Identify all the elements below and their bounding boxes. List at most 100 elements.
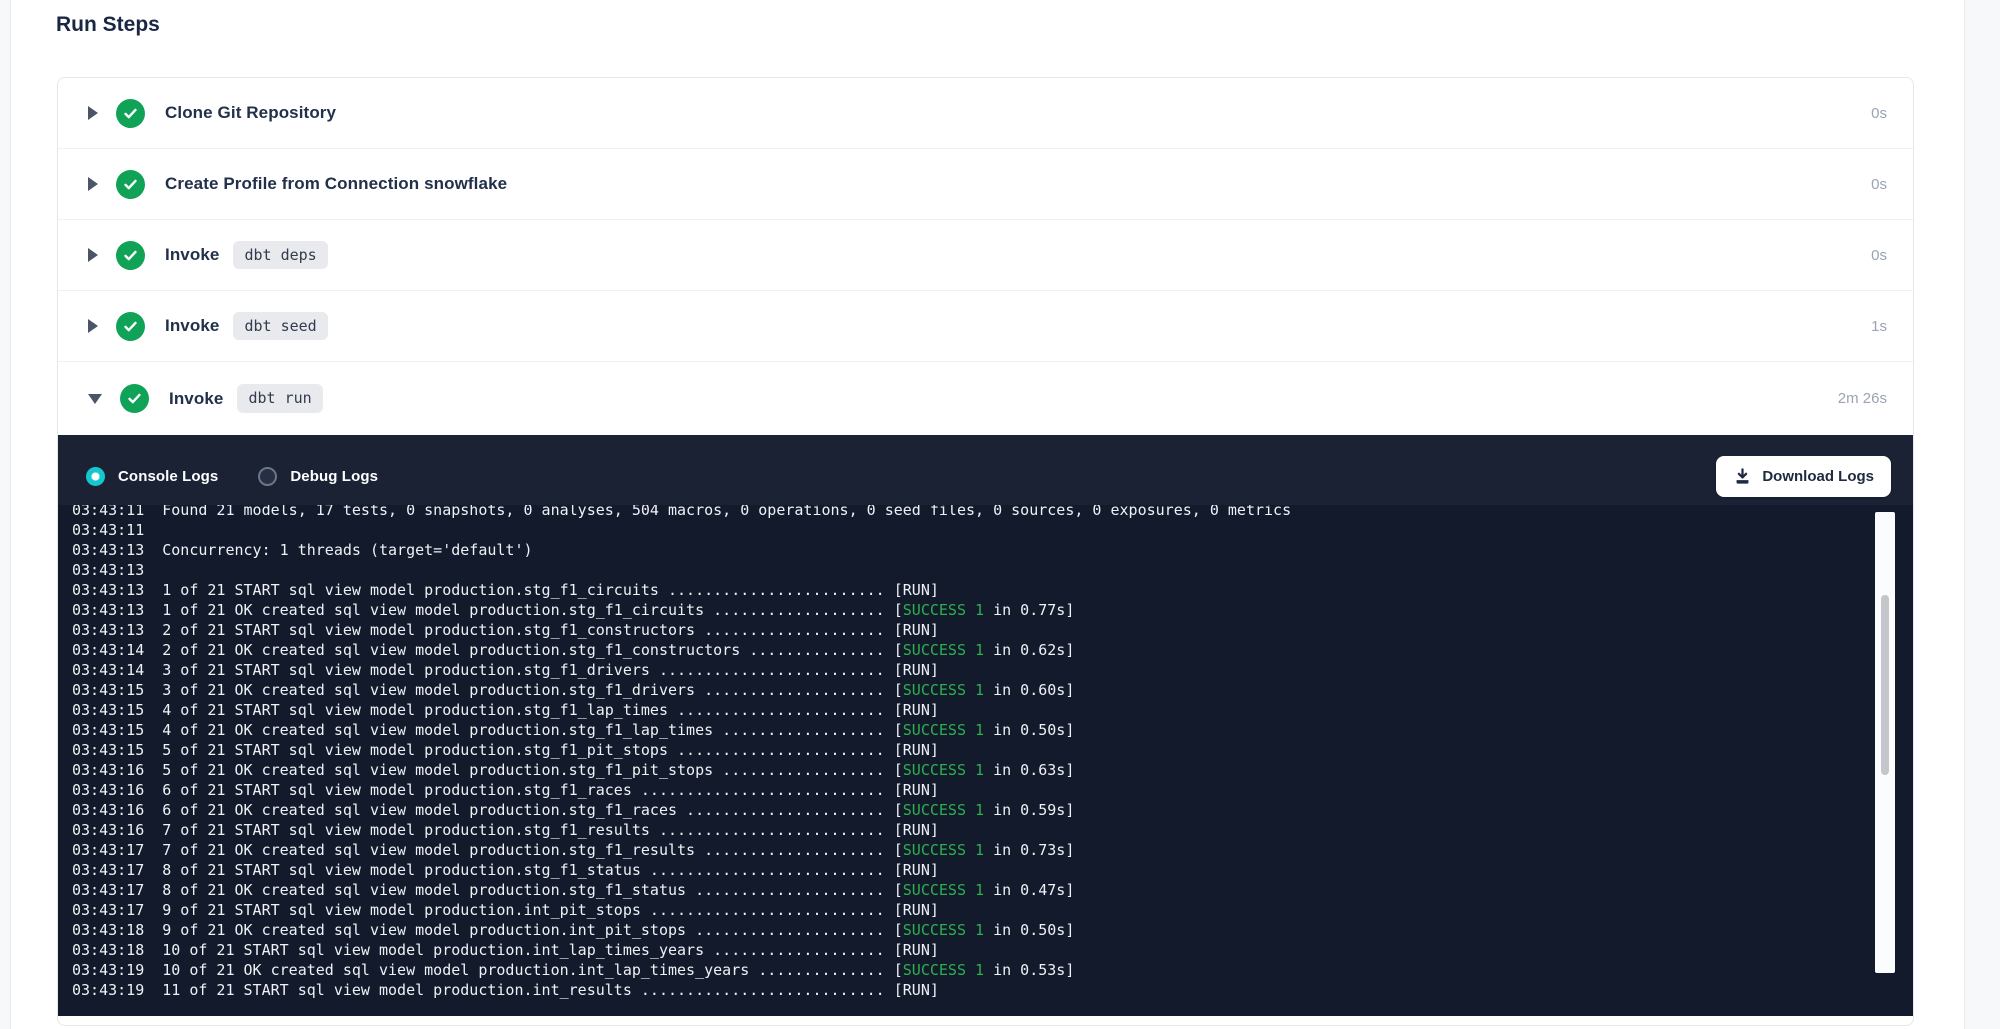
- log-line: 03:43:13: [72, 560, 1913, 580]
- radio-debug-logs[interactable]: Debug Logs: [258, 467, 378, 486]
- log-line: 03:43:131 of 21 START sql view model pro…: [72, 580, 1913, 600]
- log-message-tail: in 0.63s]: [984, 761, 1074, 779]
- log-message: 4 of 21 START sql view model production.…: [162, 701, 939, 719]
- console-panel: Console Logs Debug Logs Download Logs: [58, 435, 1913, 1016]
- log-message: 8 of 21 START sql view model production.…: [162, 861, 939, 879]
- log-success-text: SUCCESS 1: [903, 721, 984, 739]
- log-message: 8 of 21 OK created sql view model produc…: [162, 881, 903, 899]
- radio-console-logs[interactable]: Console Logs: [86, 467, 218, 486]
- log-message: 3 of 21 OK created sql view model produc…: [162, 681, 903, 699]
- check-circle-icon: [116, 312, 145, 341]
- check-circle-icon: [120, 384, 149, 413]
- log-success-text: SUCCESS 1: [903, 601, 984, 619]
- log-timestamp: 03:43:14: [72, 661, 144, 679]
- log-timestamp: 03:43:17: [72, 861, 144, 879]
- log-line: 03:43:15 3 of 21 OK created sql view mode…: [72, 680, 1913, 700]
- step-row-create-profile[interactable]: Create Profile from Connection snowflake…: [58, 149, 1913, 220]
- run-steps-page: Run Steps Clone Git Repository 0s Create…: [0, 0, 2000, 1029]
- radio-unselected-icon: [258, 467, 277, 486]
- log-line: 03:43:165 of 21 OK created sql view mode…: [72, 760, 1913, 780]
- check-circle-icon: [116, 170, 145, 199]
- page-left-gutter: [0, 0, 11, 1029]
- log-timestamp: 03:43:13: [72, 561, 144, 579]
- log-message: 9 of 21 START sql view model production.…: [162, 901, 939, 919]
- log-timestamp: 03:43:15: [72, 741, 144, 759]
- check-circle-icon: [116, 99, 145, 128]
- log-line: 03:43:154 of 21 OK created sql view mode…: [72, 720, 1913, 740]
- radio-selected-icon: [86, 467, 105, 486]
- code-badge: dbt run: [237, 384, 322, 412]
- log-message-tail: in 0.53s]: [984, 961, 1074, 979]
- code-badge: dbt deps: [233, 241, 327, 269]
- check-circle-icon: [116, 241, 145, 270]
- step-label: Create Profile from Connection snowflake: [165, 174, 507, 194]
- log-line: 03:43:17 8 of 21 START sql view model pro…: [72, 860, 1913, 880]
- console-scrollbar-thumb[interactable]: [1881, 595, 1889, 775]
- page-title: Run Steps: [56, 13, 160, 37]
- log-message: 4 of 21 OK created sql view model produc…: [162, 721, 903, 739]
- log-success-text: SUCCESS 1: [903, 641, 984, 659]
- download-logs-button[interactable]: Download Logs: [1716, 456, 1891, 497]
- log-timestamp: 03:43:17: [72, 841, 144, 859]
- log-timestamp: 03:43:16: [72, 781, 144, 799]
- chevron-right-icon[interactable]: [88, 106, 98, 120]
- log-message: 3 of 21 START sql view model production.…: [162, 661, 939, 679]
- log-timestamp: 03:43:16: [72, 801, 144, 819]
- log-timestamp: 03:43:19: [72, 981, 144, 999]
- log-timestamp: 03:43:13: [72, 601, 144, 619]
- log-message-tail: in 0.50s]: [984, 921, 1074, 939]
- log-success-text: SUCCESS 1: [903, 841, 984, 859]
- log-message: Found 21 models, 17 tests, 0 snapshots, …: [162, 505, 1291, 519]
- log-success-text: SUCCESS 1: [903, 921, 984, 939]
- log-message-tail: in 0.59s]: [984, 801, 1074, 819]
- log-line: 03:43:16 6 of 21 OK created sql view mode…: [72, 800, 1913, 820]
- step-row-invoke-dbt-deps[interactable]: Invoke dbt deps 0s: [58, 220, 1913, 291]
- log-line: 03:43:14 3 of 21 START sql view model pro…: [72, 660, 1913, 680]
- log-timestamp: 03:43:15: [72, 701, 144, 719]
- log-line: 03:43:17 9 of 21 START sql view model pro…: [72, 900, 1913, 920]
- step-row-invoke-dbt-seed[interactable]: Invoke dbt seed 1s: [58, 291, 1913, 362]
- log-line: 03:43:1810 of 21 START sql view model pr…: [72, 940, 1913, 960]
- chevron-down-icon[interactable]: [88, 394, 102, 404]
- step-label: Invoke: [169, 389, 223, 409]
- log-success-text: SUCCESS 1: [903, 761, 984, 779]
- log-timestamp: 03:43:11: [72, 521, 144, 539]
- log-line: 03:43:17 8 of 21 OK created sql view mode…: [72, 880, 1913, 900]
- log-message: 7 of 21 START sql view model production.…: [162, 821, 939, 839]
- step-duration: 0s: [1871, 176, 1887, 193]
- log-line: 03:43:177 of 21 OK created sql view mode…: [72, 840, 1913, 860]
- chevron-right-icon[interactable]: [88, 248, 98, 262]
- log-timestamp: 03:43:18: [72, 941, 144, 959]
- log-message-tail: in 0.50s]: [984, 721, 1074, 739]
- step-row-clone-git-repository[interactable]: Clone Git Repository 0s: [58, 78, 1913, 149]
- download-icon: [1733, 467, 1752, 486]
- log-timestamp: 03:43:19: [72, 961, 144, 979]
- log-timestamp: 03:43:15: [72, 681, 144, 699]
- console-header: Console Logs Debug Logs Download Logs: [58, 435, 1913, 505]
- log-timestamp: 03:43:17: [72, 881, 144, 899]
- log-timestamp: 03:43:17: [72, 901, 144, 919]
- log-line: 03:43:11: [72, 520, 1913, 540]
- log-timestamp: 03:43:13: [72, 581, 144, 599]
- log-line: 03:43:15 4 of 21 START sql view model pro…: [72, 700, 1913, 720]
- step-duration: 0s: [1871, 105, 1887, 122]
- log-line: 03:43:131 of 21 OK created sql view mode…: [72, 600, 1913, 620]
- code-badge: dbt seed: [233, 312, 327, 340]
- log-message: 9 of 21 OK created sql view model produc…: [162, 921, 903, 939]
- log-message: 6 of 21 OK created sql view model produc…: [162, 801, 903, 819]
- step-label: Invoke: [165, 316, 219, 336]
- log-message-tail: in 0.73s]: [984, 841, 1074, 859]
- log-line: 03:43:13Concurrency: 1 threads (target='…: [72, 540, 1913, 560]
- step-label: Clone Git Repository: [165, 103, 336, 123]
- console-scrollbar-track[interactable]: [1875, 512, 1895, 973]
- chevron-right-icon[interactable]: [88, 177, 98, 191]
- log-message: 10 of 21 OK created sql view model produ…: [162, 961, 903, 979]
- log-message: 5 of 21 OK created sql view model produc…: [162, 761, 903, 779]
- log-message: 2 of 21 START sql view model production.…: [162, 621, 939, 639]
- log-message-tail: in 0.47s]: [984, 881, 1074, 899]
- chevron-right-icon[interactable]: [88, 319, 98, 333]
- log-line: 03:43:189 of 21 OK created sql view mode…: [72, 920, 1913, 940]
- log-line: 03:43:11Found 21 models, 17 tests, 0 sna…: [72, 505, 1913, 520]
- log-message: 6 of 21 START sql view model production.…: [162, 781, 939, 799]
- step-row-invoke-dbt-run[interactable]: Invoke dbt run 2m 26s: [58, 362, 1913, 435]
